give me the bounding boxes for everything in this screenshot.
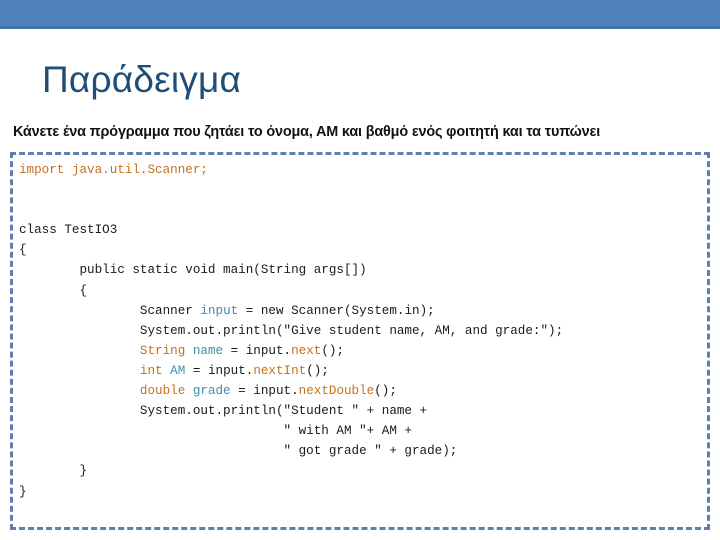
code-token: { [19,283,88,298]
code-block-container: import java.util.Scanner; class TestIO3 … [10,152,710,530]
code-line: String name = input.next(); [19,341,707,361]
code-line: { [19,281,707,301]
task-statement-text: Κάνετε ένα πρόγραμμα που ζητάει το όνομα… [13,124,601,140]
page-title: Παράδειγμα [42,59,242,100]
code-token: input [200,303,239,318]
code-token: " with AM "+ AM + [19,424,413,439]
code-line: } [19,461,707,481]
code-token: grade [192,384,231,399]
code-token: name [192,343,224,358]
code-line: import java.util.Scanner; [19,160,707,180]
code-token: next [291,343,322,358]
code-token: double [19,384,186,399]
code-line: System.out.println("Student " + name + [19,401,707,421]
code-token: (); [306,363,329,378]
code-token: (); [374,384,397,399]
code-line: int AM = input.nextInt(); [19,361,707,381]
code-token: " got grade " + grade); [19,444,458,459]
code-token: System.out.println("Give student name, A… [19,323,564,338]
code-token: int [19,363,163,378]
code-token: = new Scanner(System.in); [238,303,435,318]
code-line: { [19,240,707,260]
code-token: } [19,484,27,499]
code-token: public static void main(String args[]) [19,263,367,278]
code-token: nextInt [253,363,307,378]
code-token: System.out.println("Student " + name + [19,404,428,419]
code-token: { [19,243,27,258]
code-token: nextDouble [298,384,375,399]
code-token: = input. [185,363,254,378]
code-line: class TestIO3 [19,220,707,240]
code-line: " got grade " + grade); [19,441,707,461]
code-token: = input. [230,384,299,399]
code-line: public static void main(String args[]) [19,260,707,280]
code-line: double grade = input.nextDouble(); [19,381,707,401]
code-token: (); [321,343,345,358]
code-token: } [19,464,88,479]
code-line: System.out.println("Give student name, A… [19,321,707,341]
code-token: import java.util.Scanner; [19,163,208,177]
slide-top-banner [0,0,720,29]
code-token: Scanner [19,303,201,318]
java-code-listing: import java.util.Scanner; class TestIO3 … [13,155,707,502]
code-line: } [19,482,707,502]
code-token: class TestIO3 [19,223,118,238]
code-token: String [19,343,186,358]
code-token: = input. [223,343,292,358]
code-token: AM [170,363,186,378]
code-line: " with AM "+ AM + [19,421,707,441]
code-line: Scanner input = new Scanner(System.in); [19,301,707,321]
